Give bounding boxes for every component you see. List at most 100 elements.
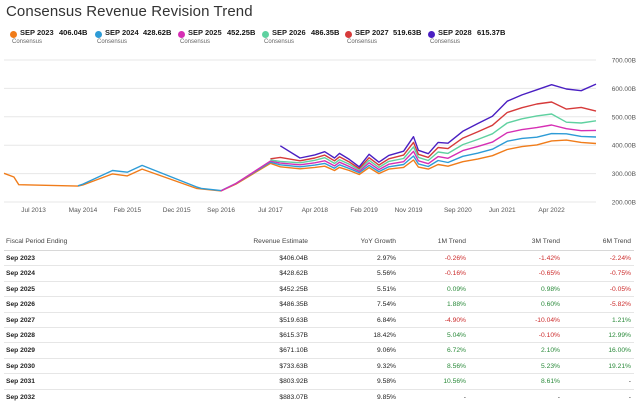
trend-1m-cell: -: [463, 393, 466, 401]
trend-6m-cell: -5.82%: [609, 301, 631, 309]
trend-6m-cell: 19.21%: [608, 362, 631, 370]
yoy-growth-cell: 18.42%: [373, 331, 396, 339]
trend-1m-cell: 1.88%: [447, 301, 466, 309]
fiscal-period-cell: Sep 2029: [6, 347, 35, 355]
fiscal-period-cell: Sep 2032: [6, 393, 35, 401]
revenue-estimate-cell: $803.92B: [279, 378, 308, 386]
trend-1m-cell: 6.72%: [447, 347, 466, 355]
x-tick-label: May 2014: [69, 207, 98, 214]
trend-1m-cell: -0.16%: [444, 270, 466, 278]
fiscal-period-cell: Sep 2031: [6, 378, 35, 386]
yoy-growth-cell: 5.51%: [377, 285, 396, 293]
x-tick-label: Feb 2015: [114, 207, 142, 214]
legend-item-value: 519.63B: [393, 28, 422, 37]
y-tick-label: 400.00B: [612, 143, 636, 150]
trend-6m-cell: -0.75%: [609, 270, 631, 278]
revenue-revision-line-chart: 200.00B 300.00B 400.00B 500.00B 600.00B 700.0…: [3, 58, 636, 214]
trend-1m-cell: 8.56%: [447, 362, 466, 370]
header-1m-trend[interactable]: 1M Trend: [438, 238, 466, 245]
header-revenue-estimate[interactable]: Revenue Estimate: [253, 238, 308, 245]
table-row: Sep 2027 $519.63B 6.84% -4.90% -10.04% 1.21%: [4, 313, 634, 328]
yoy-growth-cell: 7.54%: [377, 301, 396, 309]
trend-6m-cell: -: [628, 378, 631, 386]
revenue-estimate-cell: $406.04B: [279, 255, 308, 262]
legend-item-value: 452.25B: [227, 28, 256, 37]
legend-item-sep-2023[interactable]: SEP 2023 406.04B Consensus: [6, 28, 88, 50]
yoy-growth-cell: 9.06%: [377, 347, 396, 355]
trend-6m-cell: 16.00%: [608, 347, 631, 355]
fiscal-period-cell: Sep 2028: [6, 331, 35, 339]
x-tick-label: Sep 2020: [444, 207, 472, 214]
trend-3m-cell: -10.04%: [535, 316, 560, 324]
revenue-estimate-cell: $519.63B: [279, 316, 308, 324]
table-row: Sep 2024 $428.62B 5.56% -0.16% -0.65% -0.75%: [4, 266, 634, 282]
header-6m-trend[interactable]: 6M Trend: [603, 238, 631, 245]
fiscal-period-cell: Sep 2030: [6, 362, 35, 370]
legend-item-value: 428.62B: [143, 28, 172, 37]
yoy-growth-cell: 9.32%: [377, 362, 396, 370]
legend-dot-icon: [10, 31, 17, 38]
legend-dot-icon: [95, 31, 102, 38]
legend-item-label: SEP 2028: [438, 28, 472, 37]
fiscal-period-cell: Sep 2025: [6, 285, 35, 293]
legend-item-sub: Consensus: [264, 39, 295, 45]
fiscal-period-cell: Sep 2024: [6, 270, 35, 278]
legend-item-label: SEP 2024: [105, 28, 139, 37]
trend-3m-cell: 0.98%: [541, 285, 560, 293]
legend-item-value: 406.04B: [59, 28, 88, 37]
chart-title: Consensus Revenue Revision Trend: [6, 3, 253, 20]
legend-item-label: SEP 2023: [20, 28, 54, 37]
trend-1m-cell: -4.90%: [444, 316, 466, 324]
y-tick-label: 300.00B: [612, 171, 636, 178]
yoy-growth-cell: 2.97%: [377, 255, 396, 262]
revenue-estimate-cell: $671.10B: [279, 347, 308, 355]
legend-item-sep-2025[interactable]: SEP 2025 452.25B Consensus: [174, 28, 256, 50]
revenue-estimate-cell: $883.07B: [279, 393, 308, 401]
legend-item-sep-2027[interactable]: SEP 2027 519.63B Consensus: [341, 28, 421, 50]
trend-3m-cell: -0.65%: [538, 270, 560, 278]
revenue-estimate-cell: $615.37B: [279, 331, 308, 339]
y-tick-label: 500.00B: [612, 114, 636, 121]
legend-dot-icon: [428, 31, 435, 38]
legend-item-value: 615.37B: [477, 28, 506, 37]
revenue-estimate-cell: $428.62B: [279, 270, 308, 278]
trend-6m-cell: -2.24%: [609, 255, 631, 262]
table-row: Sep 2025 $452.25B 5.51% 0.09% 0.98% -0.05%: [4, 282, 634, 298]
table-row: Sep 2030 $733.63B 9.32% 8.56% 5.23% 19.21%: [4, 359, 634, 375]
legend-item-sub: Consensus: [97, 39, 128, 45]
y-tick-label: 200.00B: [612, 200, 636, 207]
table-row: Sep 2031 $803.92B 9.58% 10.56% 8.61% -: [4, 374, 634, 390]
trend-3m-cell: -: [557, 393, 560, 401]
header-fiscal-period[interactable]: Fiscal Period Ending: [6, 238, 67, 245]
yoy-growth-cell: 5.56%: [377, 270, 396, 278]
trend-1m-cell: 0.09%: [447, 285, 466, 293]
x-tick-label: Jul 2017: [258, 207, 283, 214]
trend-3m-cell: 8.61%: [541, 378, 560, 386]
header-yoy-growth[interactable]: YoY Growth: [361, 238, 396, 245]
trend-3m-cell: 2.10%: [541, 347, 560, 355]
trend-6m-cell: -0.05%: [609, 285, 631, 293]
trend-3m-cell: -1.42%: [538, 255, 560, 262]
legend-item-sep-2026[interactable]: SEP 2026 486.35B Consensus: [258, 28, 339, 50]
legend-item-label: SEP 2026: [272, 28, 306, 37]
legend-item-sep-2028[interactable]: SEP 2028 615.37B Consensus: [424, 28, 506, 50]
y-tick-label: 600.00B: [612, 86, 636, 93]
legend: SEP 2023 406.04B Consensus SEP 2024 428.…: [2, 28, 640, 50]
legend-item-sub: Consensus: [347, 39, 378, 45]
trend-6m-cell: -: [628, 393, 631, 401]
header-3m-trend[interactable]: 3M Trend: [532, 238, 560, 245]
fiscal-period-cell: Sep 2027: [6, 316, 35, 324]
legend-item-sep-2024[interactable]: SEP 2024 428.62B Consensus: [91, 28, 171, 50]
revenue-estimate-cell: $452.25B: [279, 285, 308, 293]
x-tick-label: Jul 2013: [21, 207, 46, 214]
fiscal-period-cell: Sep 2026: [6, 301, 35, 309]
y-tick-label: 700.00B: [612, 58, 636, 65]
legend-item-sub: Consensus: [12, 39, 43, 45]
table-row: Sep 2028 $615.37B 18.42% 5.04% -0.10% 12.99%: [4, 328, 634, 344]
legend-item-sub: Consensus: [430, 39, 461, 45]
x-tick-label: Apr 2018: [302, 207, 329, 214]
table-header: Fiscal Period Ending Revenue Estimate Yo…: [4, 234, 634, 251]
legend-item-label: SEP 2025: [188, 28, 222, 37]
trend-6m-cell: 1.21%: [612, 316, 631, 324]
legend-dot-icon: [345, 31, 352, 38]
